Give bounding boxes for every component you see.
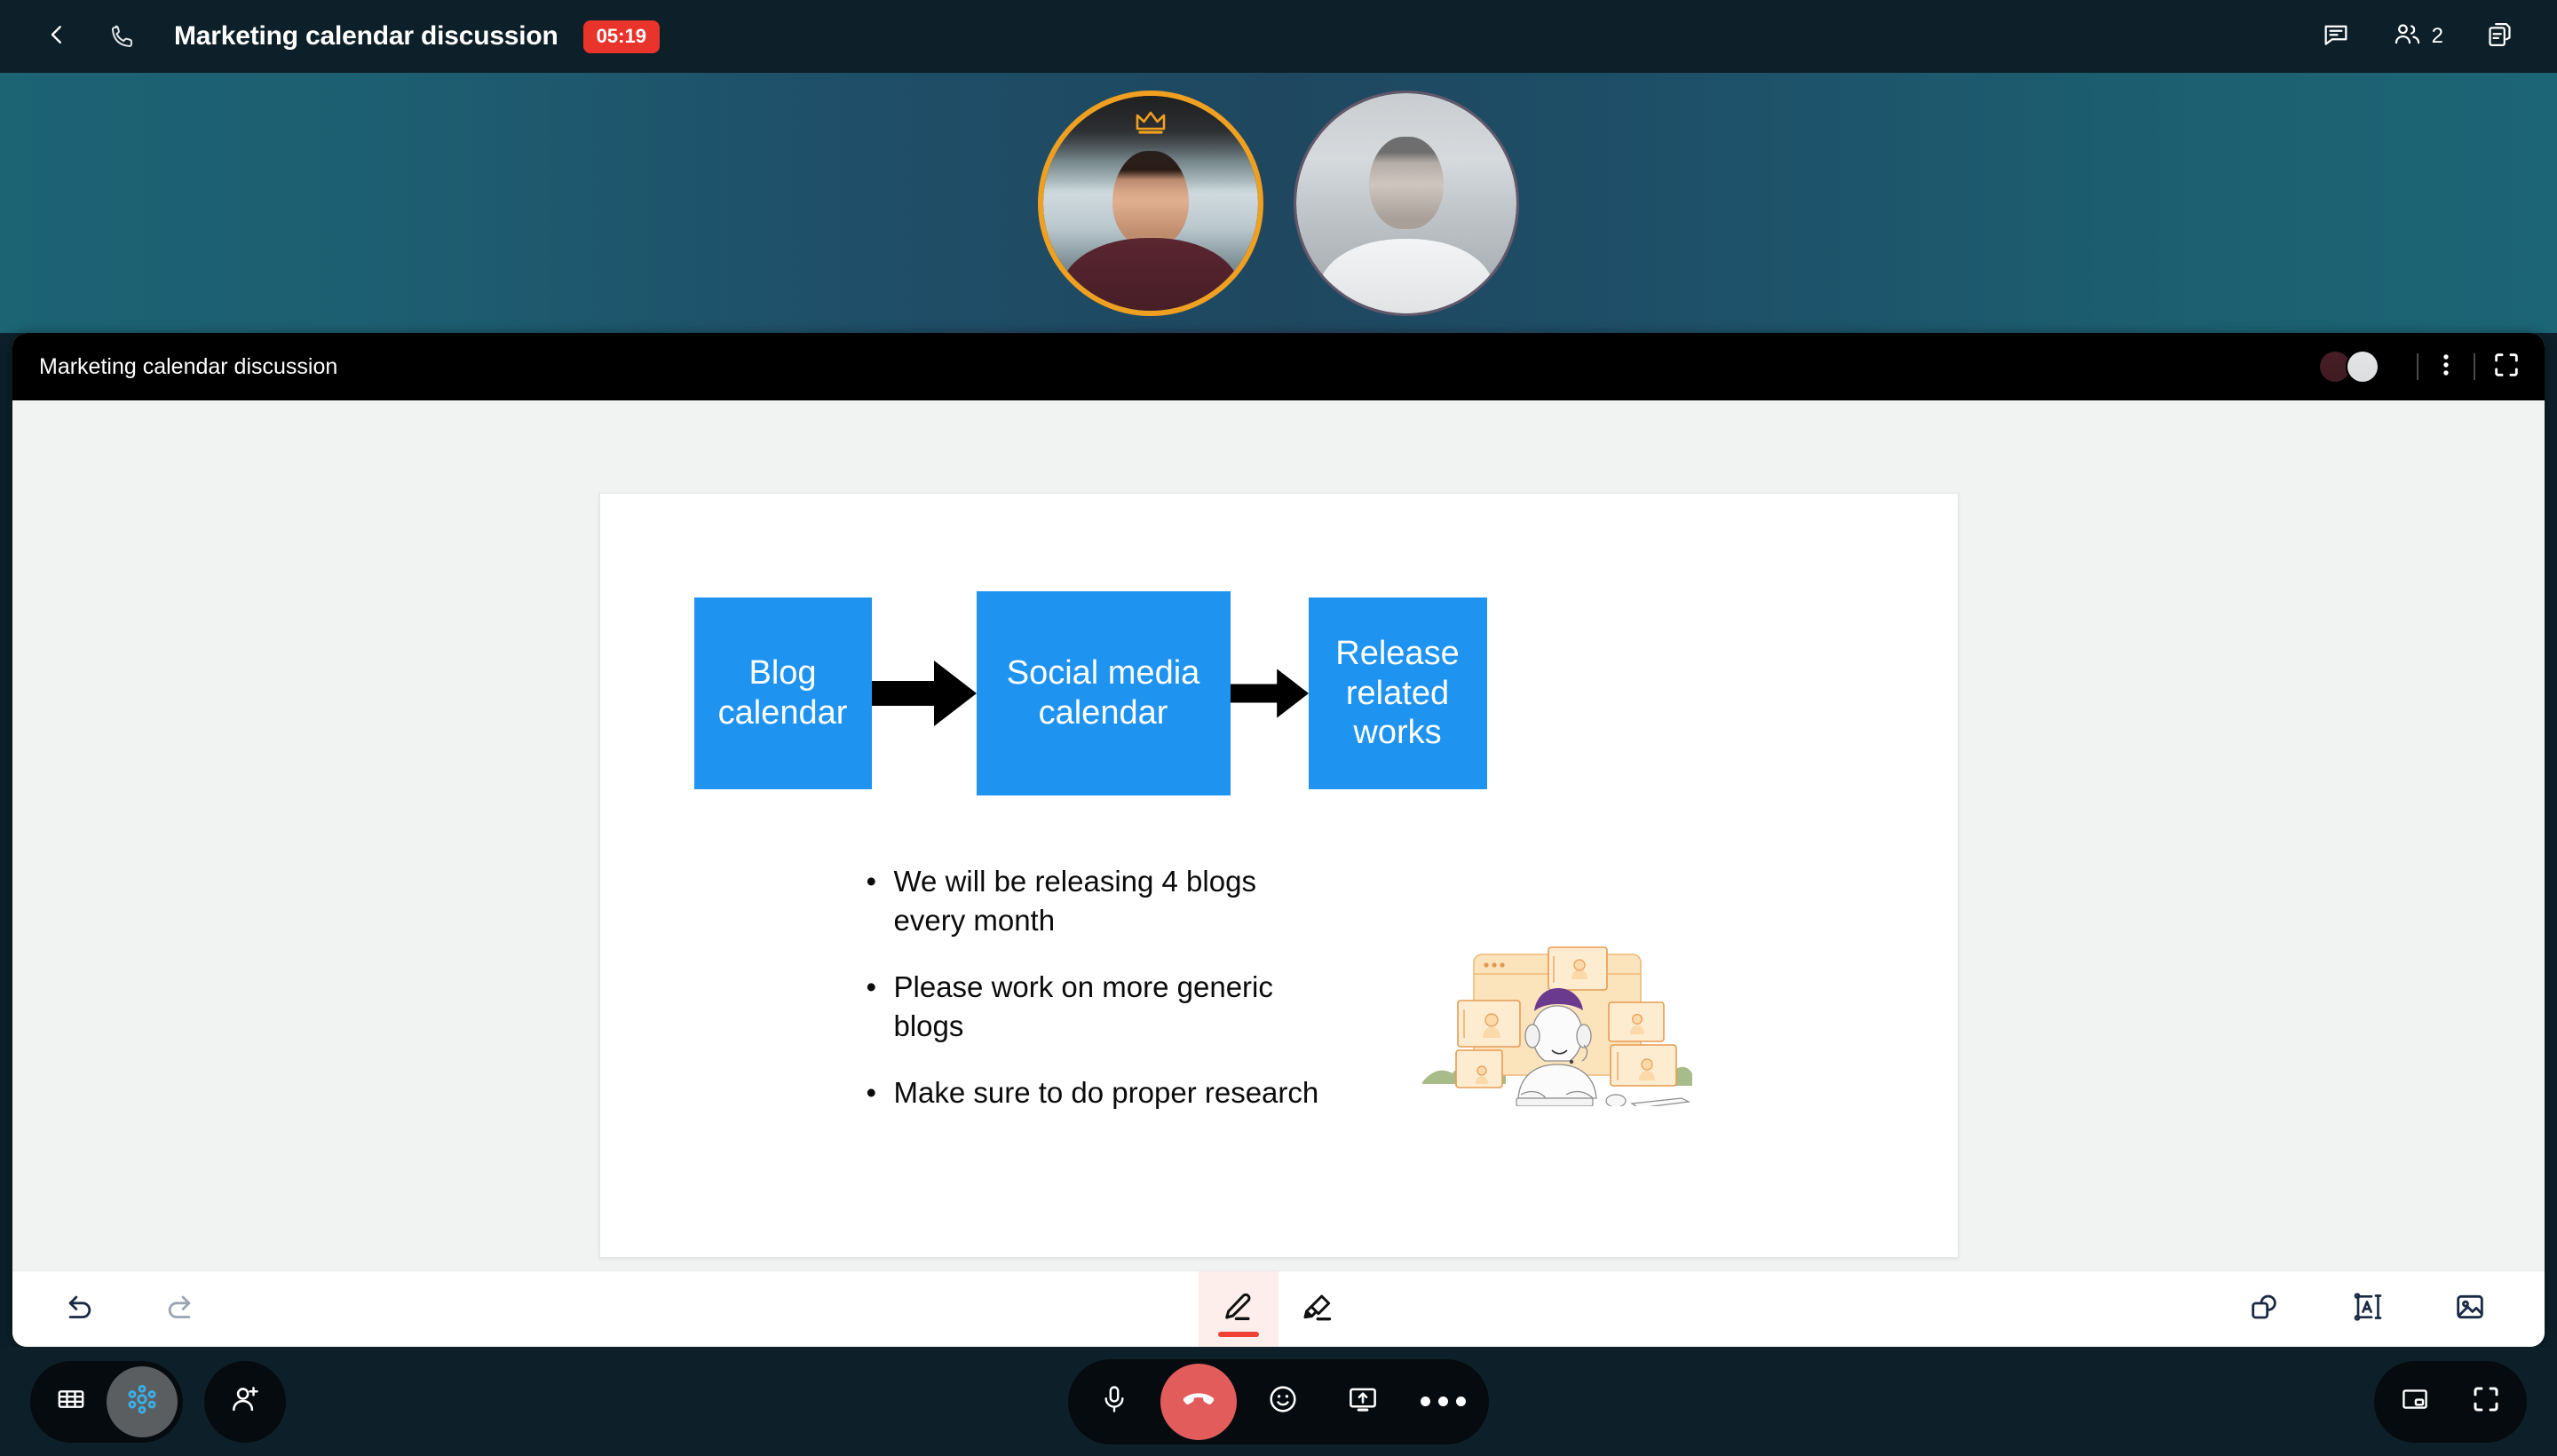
call-actions xyxy=(1068,1358,1489,1444)
mute-button[interactable] xyxy=(1081,1368,1148,1436)
slide: Blog calendar Social media calendar Rele… xyxy=(598,493,1959,1258)
reactions-button[interactable] xyxy=(1249,1368,1317,1436)
together-mode-icon xyxy=(125,1382,159,1420)
flow-box[interactable]: Blog calendar xyxy=(693,597,872,789)
chat-icon xyxy=(2321,20,2351,54)
whiteboard-canvas[interactable]: Blog calendar Social media calendar Rele… xyxy=(12,400,2545,1270)
call-control-bar xyxy=(0,1347,2557,1456)
end-call-icon xyxy=(1180,1381,1217,1422)
meeting-title: Marketing calendar discussion xyxy=(174,21,558,51)
share-screen-icon xyxy=(1346,1382,1380,1420)
view-controls-group xyxy=(2374,1360,2527,1443)
grid-view-button[interactable] xyxy=(36,1366,107,1437)
list-item[interactable]: • Make sure to do proper research xyxy=(867,1073,1328,1112)
phone-icon xyxy=(98,12,147,61)
copy-icon xyxy=(2484,20,2514,54)
emoji-icon xyxy=(1266,1382,1300,1420)
avatar xyxy=(2346,350,2379,384)
end-call-button[interactable] xyxy=(1160,1363,1237,1440)
whiteboard-expand-button[interactable] xyxy=(2491,350,2521,384)
whiteboard-header-actions xyxy=(2318,350,2521,384)
undo-button[interactable] xyxy=(51,1281,108,1338)
more-options-button[interactable] xyxy=(1409,1368,1476,1436)
whiteboard-header: Marketing calendar discussion xyxy=(12,333,2545,400)
fullscreen-icon xyxy=(2470,1383,2502,1420)
expand-icon xyxy=(2491,350,2521,384)
whiteboard-toolbar-left xyxy=(12,1281,208,1338)
flow-arrow xyxy=(871,661,977,726)
participant-video-2 xyxy=(1296,92,1516,313)
whiteboard-toolbar-right xyxy=(2236,1281,2545,1338)
copy-button[interactable] xyxy=(2484,20,2514,54)
text-box-icon xyxy=(2349,1289,2385,1329)
grid-view-icon xyxy=(55,1383,87,1420)
people-icon xyxy=(2392,20,2424,54)
bullet-text: Make sure to do proper research xyxy=(893,1075,1319,1109)
call-bar-right xyxy=(2374,1360,2557,1443)
together-mode-button[interactable] xyxy=(107,1365,178,1437)
chat-button[interactable] xyxy=(2321,20,2351,54)
whiteboard-panel: Marketing calendar discussion Blog calen… xyxy=(12,333,2545,1347)
bullet-list: • We will be releasing 4 blogs every mon… xyxy=(867,862,1328,1112)
undo-icon xyxy=(62,1289,98,1329)
bullet-dot: • xyxy=(866,1075,877,1109)
image-icon xyxy=(2452,1289,2488,1329)
flow-box[interactable]: Social media calendar xyxy=(976,591,1231,795)
more-vertical-icon xyxy=(2434,351,2458,384)
bullet-text: Please work on more generic blogs xyxy=(893,969,1273,1042)
crown-icon xyxy=(1133,108,1168,139)
divider xyxy=(2417,353,2418,380)
bullet-text: We will be releasing 4 blogs every month xyxy=(893,865,1256,937)
flow-box[interactable]: Release related works xyxy=(1308,597,1487,789)
shapes-icon xyxy=(2246,1289,2282,1329)
redo-button[interactable] xyxy=(151,1281,208,1338)
person-with-headphones-at-desk-illustration xyxy=(1419,933,1694,1109)
video-stage xyxy=(0,73,2557,333)
picture-in-picture-button[interactable] xyxy=(2379,1366,2450,1437)
layout-toggle-group xyxy=(30,1360,183,1443)
participant-tile-host[interactable] xyxy=(1038,90,1263,316)
whiteboard-more-button[interactable] xyxy=(2434,351,2458,384)
flow-arrow xyxy=(1230,661,1309,726)
divider xyxy=(2474,353,2475,380)
highlighter-tool-button[interactable] xyxy=(1278,1271,1358,1347)
header-actions: 2 xyxy=(2321,20,2525,54)
shapes-button[interactable] xyxy=(2236,1281,2292,1338)
chevron-left-icon xyxy=(44,21,70,52)
fullscreen-button[interactable] xyxy=(2450,1366,2521,1437)
whiteboard-toolbar xyxy=(12,1270,2545,1347)
bullet-dot: • xyxy=(866,865,877,898)
participants-button[interactable]: 2 xyxy=(2392,20,2443,54)
add-participant-button[interactable] xyxy=(204,1360,286,1443)
image-button[interactable] xyxy=(2442,1281,2498,1338)
bullet-dot: • xyxy=(866,969,877,1003)
more-horizontal-icon xyxy=(1420,1397,1466,1406)
flow-diagram: Blog calendar Social media calendar Rele… xyxy=(693,591,1875,795)
pen-tool-button[interactable] xyxy=(1199,1271,1278,1347)
pen-icon xyxy=(1221,1290,1256,1330)
list-item[interactable]: • We will be releasing 4 blogs every mon… xyxy=(867,862,1328,940)
whiteboard-tool-selector xyxy=(1199,1271,1358,1347)
call-timer: 05:19 xyxy=(582,20,660,53)
highlighter-icon xyxy=(1301,1290,1336,1330)
call-bar-left xyxy=(0,1360,286,1443)
share-screen-button[interactable] xyxy=(1329,1368,1397,1436)
picture-in-picture-icon xyxy=(2399,1383,2431,1420)
whiteboard-title: Marketing calendar discussion xyxy=(39,353,338,379)
add-person-icon xyxy=(228,1382,262,1420)
participant-count: 2 xyxy=(2431,24,2443,48)
whiteboard-collaborators[interactable] xyxy=(2318,350,2379,384)
top-header-bar: Marketing calendar discussion 05:19 2 xyxy=(0,0,2557,73)
list-item[interactable]: • Please work on more generic blogs xyxy=(867,968,1328,1046)
meeting-window: Marketing calendar discussion 05:19 2 Ma… xyxy=(0,0,2557,1456)
redo-icon xyxy=(162,1289,197,1329)
text-button[interactable] xyxy=(2339,1281,2395,1338)
microphone-icon xyxy=(1098,1383,1130,1420)
participant-tile-guest[interactable] xyxy=(1294,90,1519,316)
back-button[interactable] xyxy=(32,12,82,61)
